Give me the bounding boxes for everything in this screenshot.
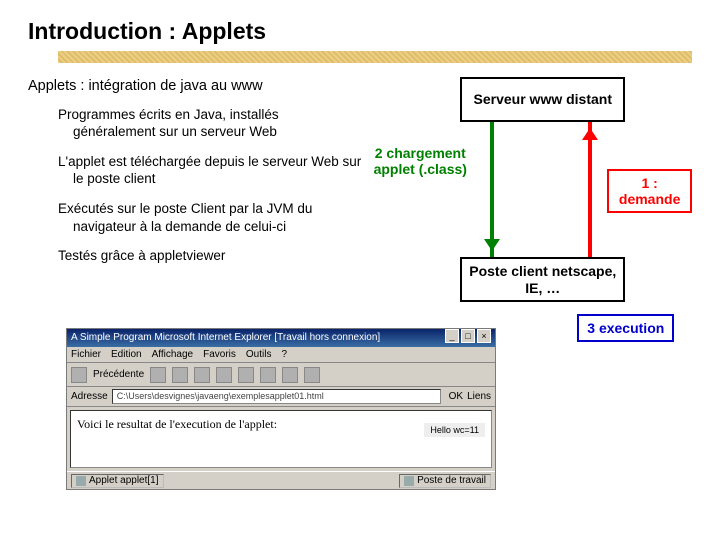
browser-toolbar: Précédente [67, 363, 495, 387]
home-icon[interactable] [216, 367, 232, 383]
client-box: Poste client netscape, IE, … [460, 257, 625, 302]
back-icon[interactable] [71, 367, 87, 383]
back-label[interactable]: Précédente [93, 369, 144, 380]
menu-favorites[interactable]: Favoris [203, 347, 236, 362]
browser-titlebar: A Simple Program Microsoft Internet Expl… [67, 329, 495, 347]
favorites-icon[interactable] [260, 367, 276, 383]
menu-file[interactable]: Fichier [71, 347, 101, 362]
stop-icon[interactable] [172, 367, 188, 383]
menu-edit[interactable]: Edition [111, 347, 142, 362]
search-icon[interactable] [238, 367, 254, 383]
arrow-download [490, 122, 494, 257]
forward-icon[interactable] [150, 367, 166, 383]
applet-output: Hello wc=11 [424, 423, 485, 437]
browser-viewport: Voici le resultat de l'execution de l'ap… [70, 410, 492, 468]
history-icon[interactable] [304, 367, 320, 383]
subtitle: Applets : intégration de java au www [28, 77, 362, 96]
bullet-1: Programmes écrits en Java, installés gén… [58, 106, 362, 141]
links-label[interactable]: Liens [467, 391, 491, 402]
title-underline [58, 51, 692, 63]
close-icon[interactable]: × [477, 329, 491, 343]
go-label[interactable]: OK [449, 391, 463, 402]
media-icon[interactable] [282, 367, 298, 383]
arrow-request [588, 122, 592, 257]
text-column: Applets : intégration de java au www Pro… [28, 77, 362, 307]
bullet-3: Exécutés sur le poste Client par la JVM … [58, 200, 362, 235]
browser-title: A Simple Program Microsoft Internet Expl… [71, 329, 380, 347]
page-title: Introduction : Applets [28, 18, 692, 45]
minimize-icon[interactable]: _ [445, 329, 459, 343]
address-field[interactable]: C:\Users\desvignes\javaeng\exemplesapple… [112, 389, 441, 404]
browser-statusbar: Applet applet[1] Poste de travail [67, 471, 495, 489]
status-left: Applet applet[1] [89, 475, 159, 486]
browser-addressbar: Adresse C:\Users\desvignes\javaeng\exemp… [67, 387, 495, 407]
menu-tools[interactable]: Outils [246, 347, 272, 362]
bullet-2: L'applet est téléchargée depuis le serve… [58, 153, 362, 188]
label-demande: 1 : demande [607, 169, 692, 213]
bullet-4: Testés grâce à appletviewer [58, 247, 362, 265]
address-label: Adresse [71, 391, 108, 402]
label-exec: 3 execution [577, 314, 674, 342]
diagram: Serveur www distant 2 chargement applet … [372, 77, 692, 307]
browser-menu[interactable]: Fichier Edition Affichage Favoris Outils… [67, 347, 495, 363]
computer-icon [404, 476, 414, 486]
server-box: Serveur www distant [460, 77, 625, 122]
applet-icon [76, 476, 86, 486]
menu-view[interactable]: Affichage [152, 347, 194, 362]
menu-help[interactable]: ? [281, 347, 287, 362]
label-load: 2 chargement applet (.class) [370, 145, 470, 177]
browser-window: A Simple Program Microsoft Internet Expl… [66, 328, 496, 490]
maximize-icon[interactable]: □ [461, 329, 475, 343]
refresh-icon[interactable] [194, 367, 210, 383]
page-text: Voici le resultat de l'execution de l'ap… [77, 417, 277, 432]
status-right: Poste de travail [417, 475, 486, 486]
